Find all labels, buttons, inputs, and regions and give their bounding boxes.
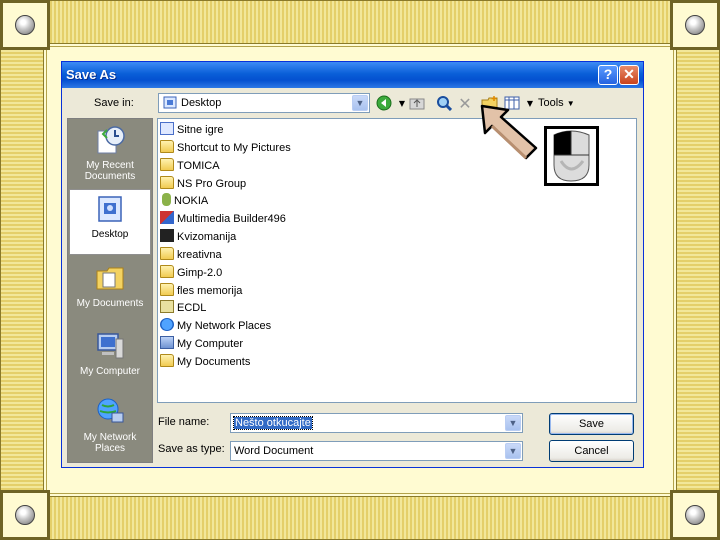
list-item[interactable]: Multimedia Builder496 [160, 211, 286, 228]
chevron-down-icon[interactable]: ▼ [505, 443, 521, 459]
title-bar: Save As ? ✕ [62, 62, 643, 88]
frame-corner-knob-icon [670, 490, 720, 540]
file-name-input[interactable]: Nešto otkucajte ▼ [230, 413, 523, 433]
cancel-button[interactable]: Cancel [549, 440, 634, 462]
search-web-icon[interactable] [435, 95, 453, 113]
save-in-value: Desktop [181, 97, 222, 109]
frame-bottom-border [0, 496, 720, 540]
chevron-down-icon[interactable]: ▼ [505, 415, 521, 431]
pointer-arrow-icon [480, 104, 538, 160]
list-item[interactable]: TOMICA [160, 158, 220, 175]
mouse-icon [553, 130, 590, 182]
document-icon [160, 300, 174, 313]
places-bar: My Recent Documents Desktop My Documents [67, 118, 153, 463]
place-label: Desktop [91, 229, 129, 240]
save-button[interactable]: Save [549, 413, 634, 435]
folder-icon [160, 158, 174, 171]
place-my-computer[interactable]: My Computer [69, 327, 151, 393]
folder-icon [160, 283, 174, 296]
file-name: Kvizomanija [177, 231, 237, 243]
chevron-down-icon[interactable]: ▼ [352, 95, 368, 111]
my-computer-icon [97, 333, 124, 359]
chevron-down-icon: ▼ [566, 99, 575, 108]
folder-icon [160, 265, 174, 278]
application-icon [160, 211, 174, 224]
list-item[interactable]: Gimp-2.0 [160, 265, 222, 282]
folder-icon [160, 247, 174, 260]
file-name: Sitne igre [177, 124, 224, 136]
place-label: My Network Places [83, 432, 137, 454]
place-my-documents[interactable]: My Documents [69, 259, 151, 325]
mouse-image [544, 126, 599, 186]
file-name: fles memorija [177, 285, 243, 297]
frame-right-border [676, 0, 720, 540]
frame-corner-knob-icon [670, 0, 720, 50]
place-my-network-places[interactable]: My Network Places [69, 393, 151, 459]
folder-icon [160, 176, 174, 189]
dialog-title: Save As [66, 67, 117, 82]
frame-corner-knob-icon [0, 490, 50, 540]
list-item[interactable]: Shortcut to My Pictures [160, 140, 291, 157]
file-name: kreativna [177, 249, 222, 261]
place-label: My Computer [79, 366, 140, 377]
close-button[interactable]: ✕ [619, 65, 639, 85]
phone-icon [162, 193, 171, 206]
file-name: TOMICA [177, 160, 220, 172]
file-name: My Computer [177, 338, 244, 350]
folder-icon [160, 140, 174, 153]
my-documents-icon [160, 354, 174, 367]
desktop-icon [98, 196, 122, 222]
list-item[interactable]: My Network Places [160, 318, 271, 335]
save-as-type-value: Word Document [234, 445, 314, 457]
list-item[interactable]: NS Pro Group [160, 176, 246, 193]
tools-menu[interactable]: Tools ▼ [538, 97, 575, 109]
list-item[interactable]: Sitne igre [160, 122, 223, 139]
save-as-dialog: Save As ? ✕ Save in: Desktop ▼ ▼ ✕ ▼ Too… [61, 61, 644, 468]
file-name: Shortcut to My Pictures [177, 142, 291, 154]
file-name-label: File name: [158, 416, 210, 428]
save-as-type-dropdown[interactable]: Word Document ▼ [230, 441, 523, 461]
file-name: My Documents [177, 356, 251, 368]
list-item[interactable]: NOKIA [160, 193, 208, 210]
place-label: My Recent Documents [84, 160, 136, 182]
list-item[interactable]: My Computer [160, 336, 243, 353]
back-icon[interactable] [375, 95, 393, 113]
network-places-icon [160, 318, 174, 331]
save-as-type-label: Save as type: [158, 443, 225, 455]
place-recent-documents[interactable]: My Recent Documents [69, 121, 151, 187]
list-item[interactable]: ECDL [160, 300, 206, 317]
file-name: NS Pro Group [177, 178, 247, 190]
application-icon [160, 229, 174, 242]
list-item[interactable]: fles memorija [160, 283, 242, 300]
file-name: NOKIA [174, 195, 209, 207]
frame-left-border [0, 0, 44, 540]
file-name-value: Nešto otkucajte [233, 416, 313, 430]
network-places-icon [97, 398, 124, 423]
save-in-label: Save in: [94, 97, 134, 109]
file-name: Gimp-2.0 [177, 267, 223, 279]
list-item[interactable]: kreativna [160, 247, 222, 264]
file-name: My Network Places [177, 320, 272, 332]
recent-documents-icon [97, 126, 125, 154]
place-desktop[interactable]: Desktop [69, 189, 151, 255]
up-folder-icon[interactable] [408, 95, 426, 113]
frame-top-border [0, 0, 720, 44]
desktop-icon [163, 96, 177, 109]
my-computer-icon [160, 336, 174, 349]
help-button[interactable]: ? [598, 65, 618, 85]
frame-corner-knob-icon [0, 0, 50, 50]
shortcut-icon [160, 122, 174, 135]
file-name: ECDL [177, 302, 207, 314]
delete-icon[interactable]: ✕ [456, 95, 474, 113]
list-item[interactable]: My Documents [160, 354, 250, 371]
my-documents-icon [96, 267, 124, 290]
save-in-dropdown[interactable]: Desktop ▼ [158, 93, 370, 113]
file-name: Multimedia Builder496 [177, 213, 286, 225]
list-item[interactable]: Kvizomanija [160, 229, 236, 246]
place-label: My Documents [76, 298, 144, 309]
